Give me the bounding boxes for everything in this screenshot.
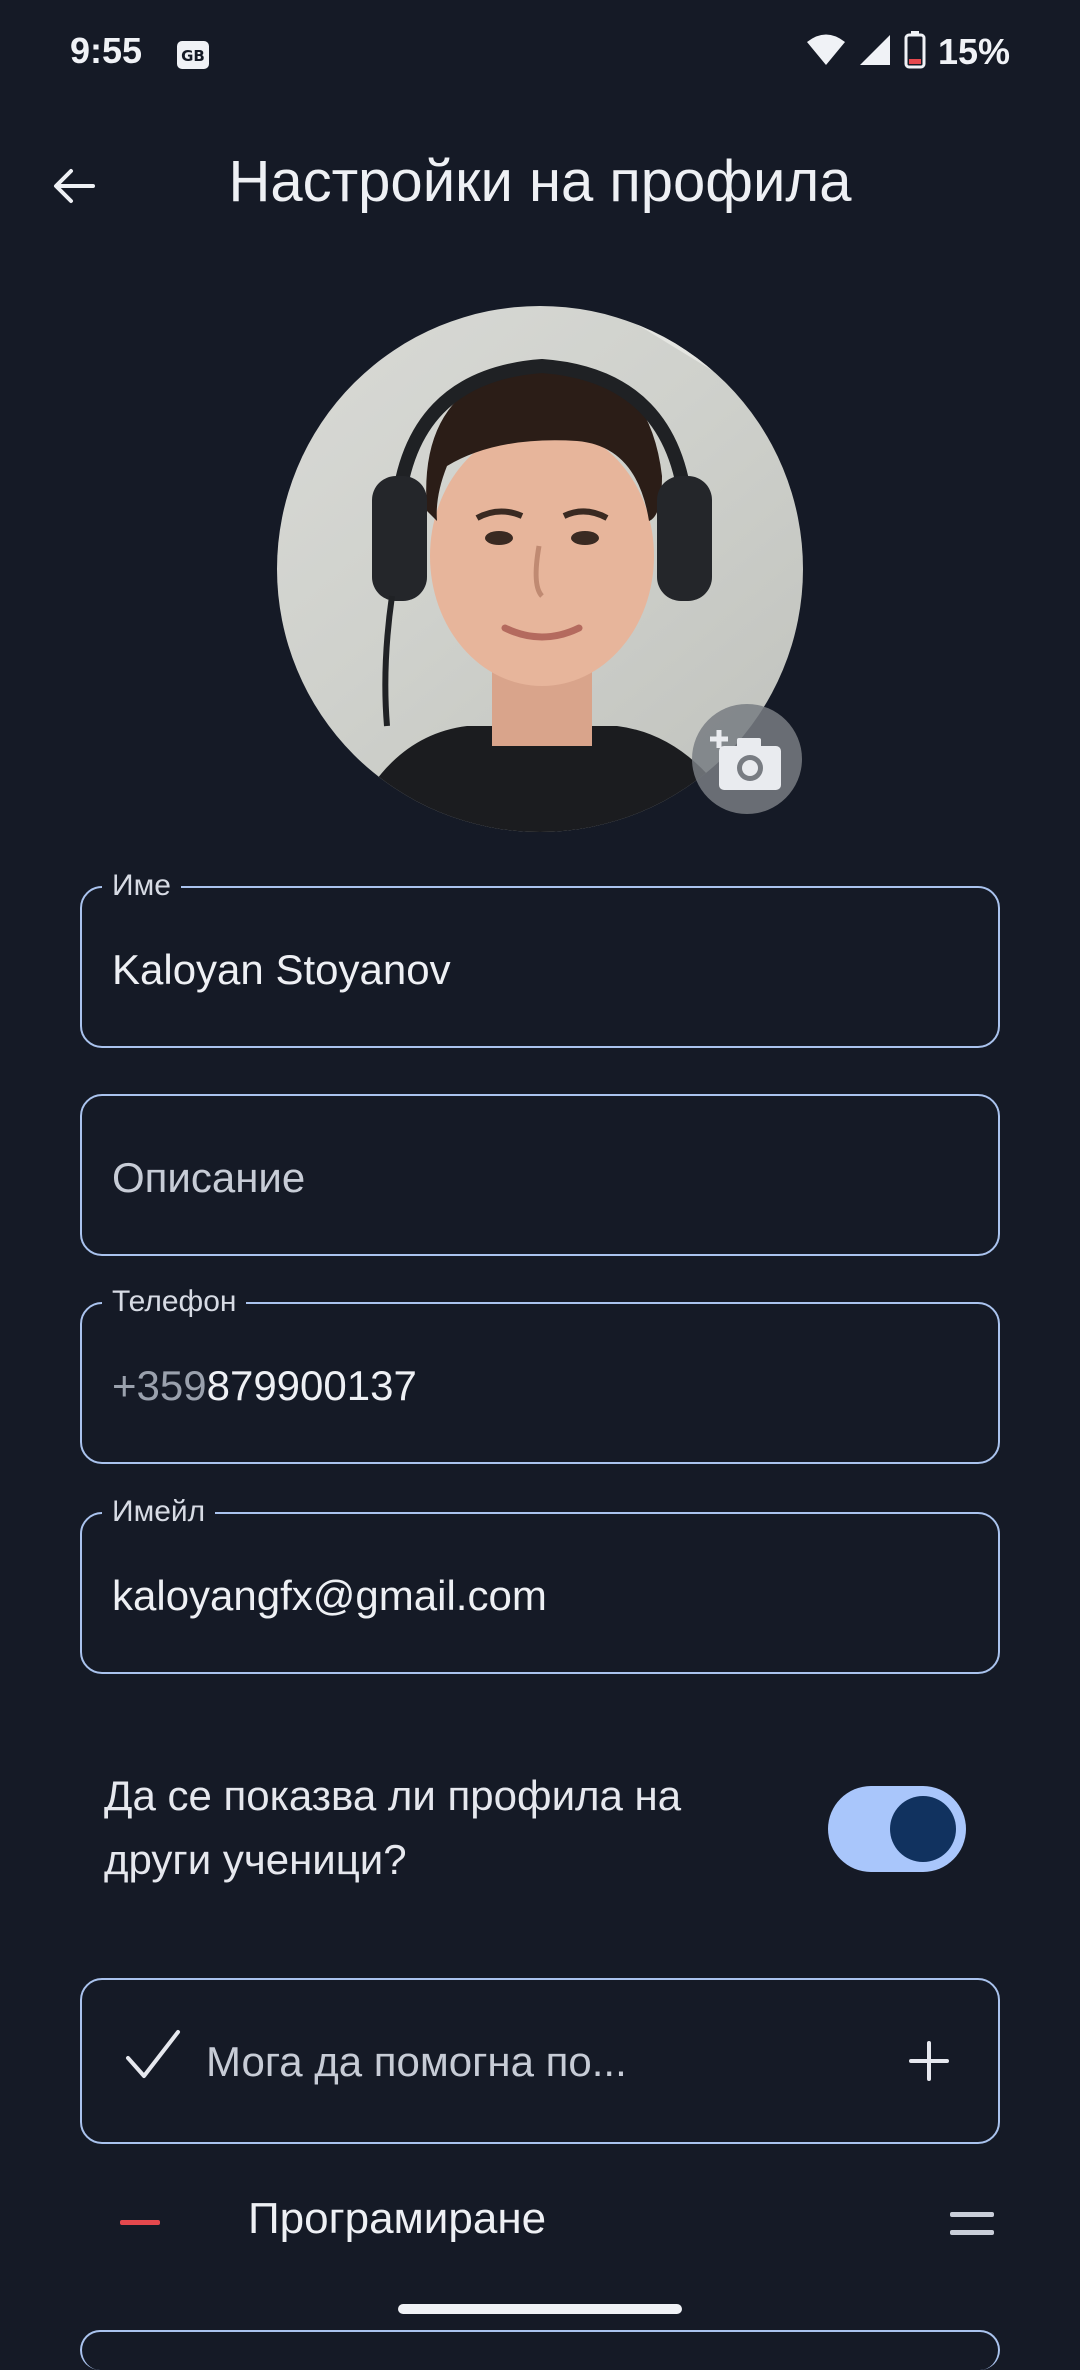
profile-visibility-question: Да се показва ли профила на други учениц…	[104, 1772, 682, 1883]
phone-number: 879900137	[206, 1362, 417, 1409]
plus-icon	[909, 2041, 949, 2081]
app-bar: Настройки на профила	[0, 120, 1080, 250]
email-label: Имейл	[102, 1494, 216, 1530]
add-camera-icon	[710, 730, 781, 790]
check-icon	[126, 2030, 180, 2078]
status-bar: 9:55 GB 15%	[0, 0, 1080, 110]
page-title: Настройки на профила	[228, 149, 852, 214]
gb-app-icon: GB	[176, 40, 210, 70]
drag-handle-icon[interactable]	[950, 2210, 994, 2240]
next-input-box[interactable]	[80, 2330, 1000, 2370]
wifi-icon	[806, 33, 846, 72]
avatar-container	[277, 306, 803, 832]
email-field[interactable]: Имейл kaloyangfx@gmail.com	[80, 1494, 1000, 1674]
status-icons: 15%	[806, 30, 1010, 74]
phone-prefix: +359	[112, 1362, 207, 1409]
name-field[interactable]: Име Kaloyan Stoyanov	[80, 868, 1000, 1048]
phone-label: Телефон	[102, 1284, 247, 1320]
add-subject-button[interactable]	[884, 2016, 974, 2106]
profile-visibility-row: Да се показва ли профила на други учениц…	[104, 1764, 984, 1894]
name-label: Име	[102, 868, 181, 904]
email-value: kaloyangfx@gmail.com	[112, 1572, 547, 1619]
battery-percent: 15%	[937, 31, 1010, 72]
home-indicator[interactable]	[398, 2304, 682, 2314]
description-placeholder: Описание	[112, 1154, 306, 1201]
description-field[interactable]: Описание	[80, 1094, 1000, 1256]
list-item: Програмиране	[80, 2178, 1000, 2268]
subject-input-box[interactable]: Мога да помогна по...	[80, 1978, 1000, 2144]
svg-text:GB: GB	[181, 47, 205, 65]
profile-visibility-switch[interactable]	[828, 1786, 966, 1872]
remove-icon[interactable]	[120, 2220, 160, 2225]
switch-knob	[890, 1796, 956, 1862]
name-value: Kaloyan Stoyanov	[112, 946, 451, 993]
status-time: 9:55	[70, 30, 143, 71]
subject-placeholder: Мога да помогна по...	[206, 2038, 627, 2085]
battery-icon	[904, 30, 926, 74]
signal-icon	[858, 33, 892, 72]
change-photo-button[interactable]	[692, 704, 802, 814]
phone-value-wrap: +359879900137	[112, 1362, 417, 1410]
subject-label: Програмиране	[248, 2194, 547, 2243]
phone-field[interactable]: Телефон +359879900137	[80, 1284, 1000, 1464]
